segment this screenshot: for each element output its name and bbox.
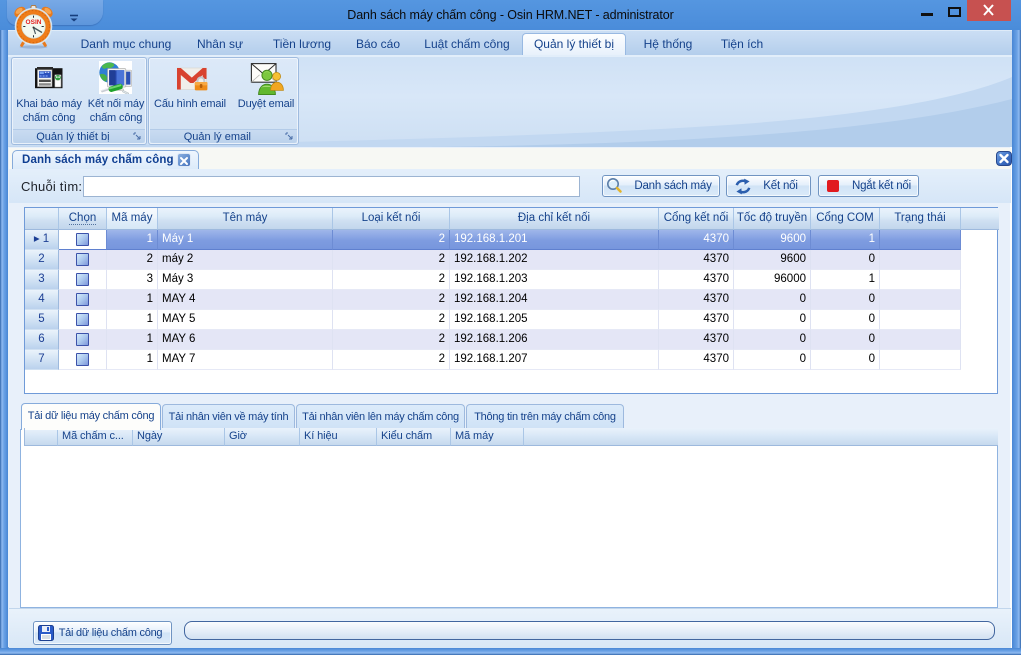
svg-text:OSIN: OSIN bbox=[26, 19, 42, 26]
